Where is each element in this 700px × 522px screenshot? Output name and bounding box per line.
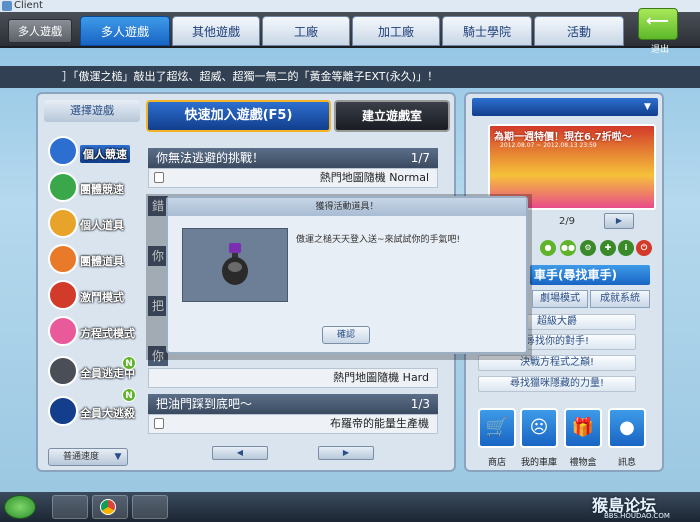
- dialog-title: 獲得活動道具！: [168, 198, 526, 216]
- room-item[interactable]: 把油門踩到底吧～ 1/3 布羅帝的能量生產機: [148, 394, 438, 436]
- exit-label: 退出: [650, 45, 669, 55]
- taskbar-app-game[interactable]: [52, 495, 88, 519]
- create-room-button[interactable]: 建立遊戲室: [334, 100, 450, 132]
- quick-join-button[interactable]: 快速加入遊戲(F5): [146, 100, 331, 132]
- racer-avatar-icon: [48, 396, 78, 426]
- settings-icon[interactable]: ⚙: [580, 240, 596, 256]
- mode-label: 團體競速: [80, 183, 124, 196]
- room-map: 熱門地圖隨機 Normal: [148, 168, 438, 188]
- back-arrow-icon: ⟵: [646, 11, 669, 30]
- tab-events[interactable]: 活動: [534, 16, 624, 46]
- watermark-url: BBS.HOUDAO.COM: [604, 512, 670, 520]
- racer-avatar-icon: [48, 316, 78, 346]
- room-item[interactable]: 你無法逃避的挑戰！ 1/7 熱門地圖隨機 Normal: [148, 148, 438, 190]
- new-badge: N: [122, 388, 136, 402]
- announcement-ticker: ］「傲運之槌」敲出了超炫、超威、超獨一無二的「黃金等離子EXT(永久)」！: [0, 66, 700, 88]
- message-icon: ●: [619, 417, 635, 438]
- mode-battle[interactable]: 激鬥模式: [44, 280, 140, 312]
- mode-indicator[interactable]: 多人遊戲: [8, 19, 72, 43]
- racer-avatar-icon: [48, 244, 78, 274]
- garage-icon: ☹: [529, 417, 549, 438]
- banner-text: 為期一週特價！現在6.7折啦～: [494, 132, 632, 143]
- side-panel-header[interactable]: [472, 98, 658, 116]
- shop-button[interactable]: 🛒: [478, 408, 516, 448]
- racer-avatar-icon: [48, 136, 78, 166]
- pin-icon[interactable]: ✚: [600, 240, 616, 256]
- room-player-count: 1/3: [410, 397, 430, 411]
- chrome-icon: [100, 499, 116, 515]
- mode-label: 全員大逃殺: [80, 407, 135, 420]
- tab-knight-academy[interactable]: 騎士學院: [442, 16, 532, 46]
- taskbar-app-client[interactable]: [132, 495, 168, 519]
- page-next-button[interactable]: ▶: [318, 446, 374, 460]
- mode-team-race[interactable]: 團體競速: [44, 172, 140, 204]
- start-button[interactable]: [4, 495, 36, 519]
- shop-label: 商店: [487, 458, 506, 468]
- info-icon[interactable]: i: [618, 240, 634, 256]
- banner-page-indicator: 2/9: [558, 216, 576, 227]
- mode-label: 個人競速: [80, 145, 130, 163]
- chat-icon[interactable]: ●: [540, 240, 556, 256]
- gift-box-label: 禮物盒: [569, 458, 597, 468]
- banner-date: 2012.08.07 ~ 2012.08.13 23:59: [500, 142, 597, 149]
- room-title: 把油門踩到底吧～: [148, 394, 438, 414]
- tab-achievements[interactable]: 成就系統: [590, 290, 650, 308]
- mode-team-item[interactable]: 團體道具: [44, 244, 140, 276]
- my-garage-label: 我的車庫: [520, 458, 557, 468]
- room-map[interactable]: 熱門地圖隨機 Hard: [148, 368, 438, 388]
- gift-box-button[interactable]: 🎁: [564, 408, 602, 448]
- power-icon[interactable]: ⏻: [636, 240, 652, 256]
- confirm-button[interactable]: 確認: [322, 326, 370, 344]
- tab-theater-mode[interactable]: 劇場模式: [532, 290, 588, 308]
- lock-icon: [154, 418, 164, 429]
- mode-label: 方程式模式: [80, 327, 135, 340]
- tab-processing-factory[interactable]: 加工廠: [352, 16, 440, 46]
- mode-formula[interactable]: 方程式模式: [44, 316, 140, 348]
- dialog-message: 傲運之槌天天登入送~來試試你的手氣吧!: [296, 235, 461, 245]
- banner-next-button[interactable]: ▶: [604, 213, 634, 229]
- racer-avatar-icon: [48, 280, 78, 310]
- tab-other-games[interactable]: 其他遊戲: [172, 16, 260, 46]
- lock-icon: [154, 172, 164, 183]
- mode-label: 個人道具: [80, 219, 124, 232]
- page-prev-button[interactable]: ◀: [212, 446, 268, 460]
- chevron-down-icon: ▼: [114, 452, 122, 462]
- window-titlebar: Client: [0, 0, 700, 12]
- tab-multiplayer[interactable]: 多人遊戲: [80, 16, 170, 46]
- gift-icon: 🎁: [571, 417, 595, 438]
- racer-avatar-icon: [48, 208, 78, 238]
- room-title: 你無法逃避的挑戰！: [148, 148, 438, 168]
- room-player-count: 1/7: [410, 151, 430, 165]
- find-racer-button[interactable]: 車手(尋找車手): [530, 265, 650, 285]
- racer-avatar-icon: [48, 356, 78, 386]
- select-game-label: 選擇遊戲: [44, 100, 140, 122]
- side-link[interactable]: 尋找獵咪隱藏的力量!: [478, 376, 636, 392]
- messages-label: 訊息: [617, 458, 636, 468]
- mode-solo-item[interactable]: 個人道具: [44, 208, 140, 240]
- messages-button[interactable]: ●: [608, 408, 646, 448]
- my-garage-button[interactable]: ☹: [520, 408, 558, 448]
- mode-label: 團體道具: [80, 255, 124, 268]
- mode-solo-race[interactable]: 個人競速: [44, 136, 140, 168]
- app-icon: [2, 1, 12, 11]
- hammer-item-icon: [222, 243, 248, 285]
- window-title: Client: [14, 0, 43, 11]
- cart-icon: 🛒: [485, 417, 509, 438]
- friends-icon[interactable]: ●●: [560, 240, 576, 256]
- tab-factory[interactable]: 工廠: [262, 16, 350, 46]
- mode-label: 激鬥模式: [80, 291, 124, 304]
- racer-avatar-icon: [48, 172, 78, 202]
- new-badge: N: [122, 356, 136, 370]
- room-map: 布羅帝的能量生產機: [148, 414, 438, 434]
- chevron-down-icon: ▼: [644, 102, 651, 112]
